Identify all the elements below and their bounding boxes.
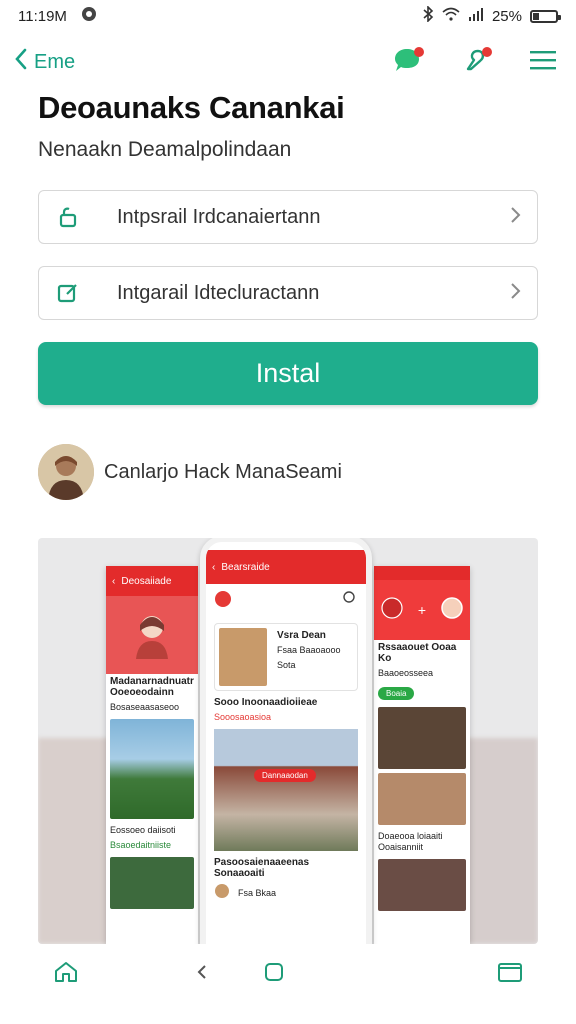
wifi-icon — [442, 7, 460, 25]
preview-header — [374, 566, 470, 580]
preview-heading: Rssaaouet Ooaa Ko — [378, 642, 457, 664]
chevron-left-icon: ‹ — [212, 561, 216, 573]
preview-header: ‹ Bearsraide — [206, 550, 366, 584]
notification-badge — [414, 47, 424, 57]
bluetooth-icon — [422, 5, 434, 26]
tabs-button[interactable] — [494, 958, 526, 990]
pill-container: Boaia — [374, 681, 470, 703]
preview-header: ‹ Deosaiiade — [106, 566, 198, 596]
profile-card-text: Vsra Dean Fsaa Baaoaooo Sota — [273, 628, 345, 686]
share-button[interactable] — [456, 43, 494, 81]
profile-icon — [381, 596, 403, 624]
home-icon — [53, 960, 79, 989]
search-icon — [342, 590, 358, 613]
chevron-right-icon — [509, 206, 521, 229]
back-label: Eme — [34, 50, 76, 73]
battery-icon — [530, 9, 561, 23]
notification-icon — [81, 6, 97, 26]
developer-name: Canlarjo Hack ManaSeami — [104, 460, 342, 483]
preview-screen-left: ‹ Deosaiiade Madanarnadnuatr Ooeoeodainn… — [106, 566, 198, 944]
notification-badge — [482, 47, 492, 57]
preview-gallery[interactable]: ‹ Deosaiiade Madanarnadnuatr Ooeoeodainn… — [38, 538, 538, 944]
chevron-left-icon — [196, 963, 208, 986]
forest-image — [110, 857, 194, 909]
developer-row[interactable]: Canlarjo Hack ManaSeami — [38, 444, 342, 500]
battery-level: 25% — [491, 7, 522, 25]
profile-icon — [214, 590, 232, 613]
footer-author-row: Fsa Bkaa — [206, 881, 366, 906]
chevron-left-icon — [14, 48, 28, 76]
footer-text: Pasoosaienaaeenas Sonaaoaiti — [214, 857, 310, 879]
chevron-left-icon: ‹ — [112, 575, 116, 587]
preview-meta: Bosaseaasaseoo — [110, 702, 180, 712]
preview-bar-title: Bearsraide — [221, 561, 270, 573]
avatar — [38, 444, 94, 500]
card-tag: Sota — [277, 660, 296, 670]
section-meta: Sooosaoasioa — [214, 712, 272, 722]
bottom-nav — [0, 944, 576, 1004]
footer-author: Fsa Bkaa — [238, 888, 277, 898]
status-bar: 11:19M 25% — [0, 0, 576, 32]
plus-icon: + — [417, 602, 427, 618]
section-title: Sooo Inoonaadioiieae — [214, 697, 318, 708]
preview-toolbar — [206, 584, 366, 619]
people-image — [378, 707, 466, 769]
status-time: 11:19M — [18, 7, 67, 25]
avatar — [214, 883, 230, 904]
preview-caption: Eossoeo daiisoti — [110, 825, 176, 835]
preview-caption: Doaeooa loiaaiti Ooaisanniit — [378, 831, 443, 852]
preview-meta: Baaoeosseea — [378, 668, 434, 678]
home-button[interactable] — [50, 958, 82, 990]
preview-bar-title: Deosaiiade — [121, 575, 172, 587]
house-image: Dannaaodan — [214, 729, 358, 851]
status-right: 25% — [422, 5, 561, 26]
tabs-icon — [497, 960, 523, 989]
back-button[interactable]: Eme — [14, 48, 75, 76]
profile-card[interactable]: Vsra Dean Fsaa Baaoaooo Sota — [214, 623, 358, 691]
interior-image — [378, 773, 466, 825]
app-bar-actions — [388, 43, 562, 81]
hamburger-icon — [529, 49, 557, 76]
lock-icon — [55, 204, 81, 230]
green-pill[interactable]: Boaia — [378, 687, 415, 700]
option-row-1[interactable]: Intpsrail Irdcanaiertann — [38, 190, 538, 244]
page-subtitle: Nenaakn Deamalpolindaan — [38, 138, 292, 161]
edit-icon — [55, 280, 81, 306]
card-meta: Fsaa Baaoaooo — [277, 645, 341, 655]
avatar — [440, 596, 463, 624]
chat-button[interactable] — [388, 43, 426, 81]
background-house-image — [458, 738, 538, 944]
install-button[interactable]: Instal — [38, 342, 538, 405]
preview-author: Bsaoedaitniiste — [110, 840, 172, 850]
signal-icon — [468, 7, 484, 25]
card-name: Vsra Dean — [277, 630, 326, 641]
preview-heading: Madanarnadnuatr Ooeoeodainn — [110, 676, 194, 698]
app-detail-screen: 11:19M 25% Eme Deoaunaks Canankai Nenaak… — [0, 0, 576, 1024]
option-label: Intpsrail Irdcanaiertann — [117, 205, 321, 228]
option-row-2[interactable]: Intgarail Idtecluractann — [38, 266, 538, 320]
app-bar: Eme — [0, 36, 576, 88]
preview-screen-right: + Rssaaouet Ooaa Ko Baaoeosseea Boaia Do… — [374, 566, 470, 944]
status-left: 11:19M — [18, 6, 97, 26]
option-label: Intgarail Idtecluractann — [117, 281, 320, 304]
home-nav-button[interactable] — [258, 958, 290, 990]
page-title: Deoaunaks Canankai — [38, 90, 345, 125]
menu-button[interactable] — [524, 43, 562, 81]
back-nav-button[interactable] — [186, 958, 218, 990]
profile-banner — [106, 596, 198, 674]
chevron-right-icon — [509, 282, 521, 305]
profile-banner: + — [374, 580, 470, 640]
preview-screen-center: ‹ Bearsraide Vsra Dean Fsaa Baaoaooo Sot… — [200, 538, 372, 944]
square-icon — [264, 962, 284, 987]
landscape-image — [110, 719, 194, 819]
house-banner: Dannaaodan — [254, 769, 316, 782]
group-image — [378, 859, 466, 911]
profile-photo — [219, 628, 267, 686]
